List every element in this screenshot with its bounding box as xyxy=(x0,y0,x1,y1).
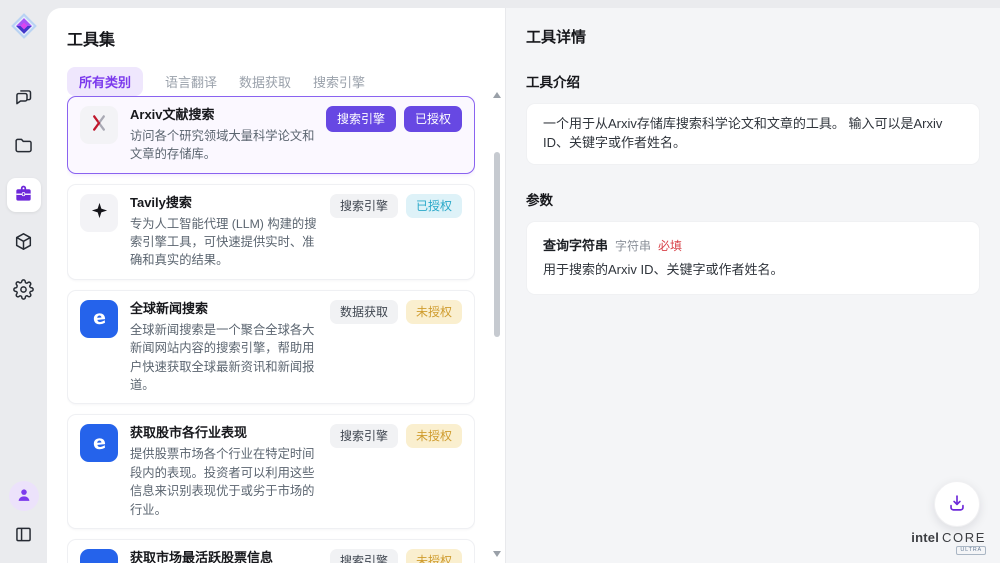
toolset-header: 工具集 所有类别 语言翻译 数据获取 搜索引擎 xyxy=(47,8,505,96)
cube-icon xyxy=(13,231,34,255)
intro-heading: 工具介绍 xyxy=(526,71,980,91)
app-window: 工具集 所有类别 语言翻译 数据获取 搜索引擎 xyxy=(0,0,1000,563)
ultra-badge: ultra xyxy=(956,546,986,556)
gem-logo-icon xyxy=(10,12,38,40)
nav-tools-button[interactable] xyxy=(7,178,41,212)
toolbox-icon xyxy=(13,183,34,207)
tool-description: 专为人工智能代理 (LLM) 构建的搜索引擎工具，可快速提供实时、准确和真实的结… xyxy=(130,215,322,270)
tool-intro-text: 一个用于从Arxiv存储库搜索科学论文和文章的工具。 输入可以是Arxiv ID… xyxy=(543,115,963,153)
news-logo-icon: e xyxy=(92,558,107,563)
left-rail xyxy=(0,0,47,563)
category-tabs: 所有类别 语言翻译 数据获取 搜索引擎 xyxy=(67,67,485,96)
nav-models-button[interactable] xyxy=(7,226,41,260)
tool-description: 全球新闻搜索是一个聚合全球各大新闻网站内容的搜索引擎，帮助用户快速获取全球最新资… xyxy=(130,321,322,395)
category-tag[interactable]: 搜索引擎 xyxy=(330,549,398,563)
nav-settings-button[interactable] xyxy=(7,274,41,308)
category-tag[interactable]: 数据获取 xyxy=(330,300,398,324)
auth-status-tag[interactable]: 已授权 xyxy=(404,106,462,132)
scrollbar-up-arrow[interactable] xyxy=(493,92,501,98)
category-tag[interactable]: 搜索引擎 xyxy=(330,424,398,448)
tool-name: 获取股市各行业表现 xyxy=(130,424,322,443)
intel-text: intel xyxy=(911,531,939,544)
arxiv-logo-icon xyxy=(89,113,109,138)
gear-icon xyxy=(13,279,34,303)
tool-tags: 搜索引擎 已授权 xyxy=(330,194,462,218)
category-tag[interactable]: 搜索引擎 xyxy=(330,194,398,218)
parameter-header: 查询字符串 字符串 必填 xyxy=(543,235,963,254)
params-heading: 参数 xyxy=(526,189,980,209)
category-tab[interactable]: 搜索引擎 xyxy=(313,67,365,96)
tool-body: Arxiv文献搜索 访问各个研究领域大量科学论文和文章的存储库。 xyxy=(130,106,318,164)
intel-core-logo: intel core ultra xyxy=(911,531,986,556)
tool-icon: e xyxy=(80,549,118,563)
tool-tags: 搜索引擎 未授权 xyxy=(330,549,462,563)
scrollbar-thumb[interactable] xyxy=(494,152,500,337)
tool-name: Arxiv文献搜索 xyxy=(130,106,318,125)
folder-icon xyxy=(13,135,34,159)
core-text: core xyxy=(942,531,986,544)
user-avatar[interactable] xyxy=(9,481,39,511)
page-title: 工具集 xyxy=(67,26,485,50)
tool-card[interactable]: e 获取市场最活跃股票信息 提供当天交易量最高的股票列表，投资者可以利用这些信息… xyxy=(67,539,475,563)
tool-list: Arxiv文献搜索 访问各个研究领域大量科学论文和文章的存储库。 搜索引擎 已授… xyxy=(67,96,475,563)
rail-nav xyxy=(7,82,41,308)
parameter-type: 字符串 xyxy=(615,237,651,254)
category-tab[interactable]: 语言翻译 xyxy=(165,67,217,96)
tool-icon xyxy=(80,194,118,232)
nav-files-button[interactable] xyxy=(7,130,41,164)
details-title: 工具详情 xyxy=(526,26,980,47)
parameter-name: 查询字符串 xyxy=(543,235,608,254)
tool-card[interactable]: e 全球新闻搜索 全球新闻搜索是一个聚合全球各大新闻网站内容的搜索引擎，帮助用户… xyxy=(67,290,475,405)
panel-toggle-button[interactable] xyxy=(7,519,41,553)
toolset-panel: 工具集 所有类别 语言翻译 数据获取 搜索引擎 xyxy=(47,8,505,563)
tavily-star-icon xyxy=(90,201,109,225)
tool-card[interactable]: Tavily搜索 专为人工智能代理 (LLM) 构建的搜索引擎工具，可快速提供实… xyxy=(67,184,475,280)
scrollbar-down-arrow[interactable] xyxy=(493,551,501,557)
nav-chat-button[interactable] xyxy=(7,82,41,116)
tool-body: 全球新闻搜索 全球新闻搜索是一个聚合全球各大新闻网站内容的搜索引擎，帮助用户快速… xyxy=(130,300,322,395)
tool-details-panel: 工具详情 工具介绍 一个用于从Arxiv存储库搜索科学论文和文章的工具。 输入可… xyxy=(505,8,1000,563)
auth-status-tag[interactable]: 未授权 xyxy=(406,549,462,563)
auth-status-tag[interactable]: 未授权 xyxy=(406,424,462,448)
tool-tags: 搜索引擎 未授权 xyxy=(330,424,462,448)
download-icon xyxy=(946,492,968,517)
download-button[interactable] xyxy=(934,481,980,527)
news-logo-icon: e xyxy=(92,309,107,329)
tool-tags: 搜索引擎 已授权 xyxy=(326,106,462,132)
rail-bottom xyxy=(7,481,41,553)
auth-status-tag[interactable]: 已授权 xyxy=(406,194,462,218)
category-tab[interactable]: 所有类别 xyxy=(67,67,143,96)
parameter-description: 用于搜索的Arxiv ID、关键字或作者姓名。 xyxy=(543,261,963,280)
tool-body: 获取股市各行业表现 提供股票市场各个行业在特定时间段内的表现。投资者可以利用这些… xyxy=(130,424,322,519)
tool-card[interactable]: e 获取股市各行业表现 提供股票市场各个行业在特定时间段内的表现。投资者可以利用… xyxy=(67,414,475,529)
parameter-card: 查询字符串 字符串 必填 用于搜索的Arxiv ID、关键字或作者姓名。 xyxy=(526,221,980,295)
category-tag[interactable]: 搜索引擎 xyxy=(326,106,396,132)
tool-card[interactable]: Arxiv文献搜索 访问各个研究领域大量科学论文和文章的存储库。 搜索引擎 已授… xyxy=(67,96,475,174)
tool-icon: e xyxy=(80,300,118,338)
tool-description: 访问各个研究领域大量科学论文和文章的存储库。 xyxy=(130,127,318,164)
category-tab[interactable]: 数据获取 xyxy=(239,67,291,96)
scrollbar[interactable] xyxy=(492,90,502,559)
news-logo-icon: e xyxy=(92,433,107,453)
panel-toggle-icon xyxy=(13,524,34,548)
tool-intro-card: 一个用于从Arxiv存储库搜索科学论文和文章的工具。 输入可以是Arxiv ID… xyxy=(526,103,980,165)
tool-body: Tavily搜索 专为人工智能代理 (LLM) 构建的搜索引擎工具，可快速提供实… xyxy=(130,194,322,270)
tool-icon xyxy=(80,106,118,144)
user-icon xyxy=(15,486,33,507)
tool-name: Tavily搜索 xyxy=(130,194,322,213)
auth-status-tag[interactable]: 未授权 xyxy=(406,300,462,324)
tool-name: 获取市场最活跃股票信息 xyxy=(130,549,322,563)
tool-description: 提供股票市场各个行业在特定时间段内的表现。投资者可以利用这些信息来识别表现优于或… xyxy=(130,445,322,519)
tool-body: 获取市场最活跃股票信息 提供当天交易量最高的股票列表，投资者可以利用这些信息来识… xyxy=(130,549,322,563)
tool-icon: e xyxy=(80,424,118,462)
intel-core-wordmark: intel core xyxy=(911,531,986,544)
parameter-required-badge: 必填 xyxy=(658,237,682,254)
tool-name: 全球新闻搜索 xyxy=(130,300,322,319)
tool-tags: 数据获取 未授权 xyxy=(330,300,462,324)
chat-icon xyxy=(13,87,34,111)
